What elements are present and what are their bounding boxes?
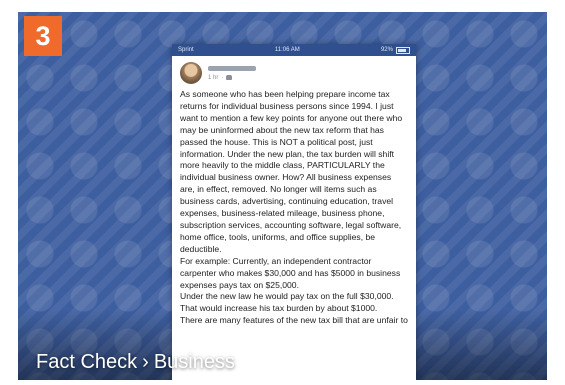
breadcrumb-category[interactable]: Business [154, 351, 235, 374]
post-meta: 1 hr · [208, 65, 256, 81]
post-paragraph: Under the new law he would pay tax on th… [180, 291, 394, 314]
redacted-name [208, 65, 256, 71]
phone-status-bar: Sprint 11:06 AM 92% [172, 44, 416, 56]
post-paragraph: There are many features of the new tax b… [180, 315, 408, 326]
post-paragraph: As someone who has been helping prepare … [180, 89, 403, 254]
avatar [180, 62, 202, 84]
category-breadcrumb[interactable]: Fact Check › Business [36, 351, 235, 374]
battery-icon [395, 46, 410, 54]
dot-separator: · [221, 74, 224, 81]
status-right: 92% [380, 46, 410, 54]
post-time-line: 1 hr · [208, 75, 256, 81]
carrier-label: Sprint [178, 47, 194, 53]
list-number-badge: 3 [24, 16, 62, 56]
post-header: 1 hr · [172, 56, 416, 87]
clock-label: 11:06 AM [274, 47, 300, 53]
breadcrumb-section[interactable]: Fact Check [36, 351, 137, 374]
friends-audience-icon [226, 75, 233, 80]
battery-percent: 92% [380, 47, 393, 53]
post-time: 1 hr [208, 74, 219, 81]
post-body: As someone who has been helping prepare … [172, 87, 416, 327]
post-paragraph: For example: Currently, an independent c… [180, 255, 401, 290]
phone-screenshot: Sprint 11:06 AM 92% 1 hr · As someone wh… [172, 44, 416, 380]
list-number: 3 [35, 20, 51, 51]
article-hero-image[interactable]: 3 Sprint 11:06 AM 92% 1 hr · As someone … [18, 12, 547, 380]
breadcrumb-separator: › [142, 351, 149, 373]
